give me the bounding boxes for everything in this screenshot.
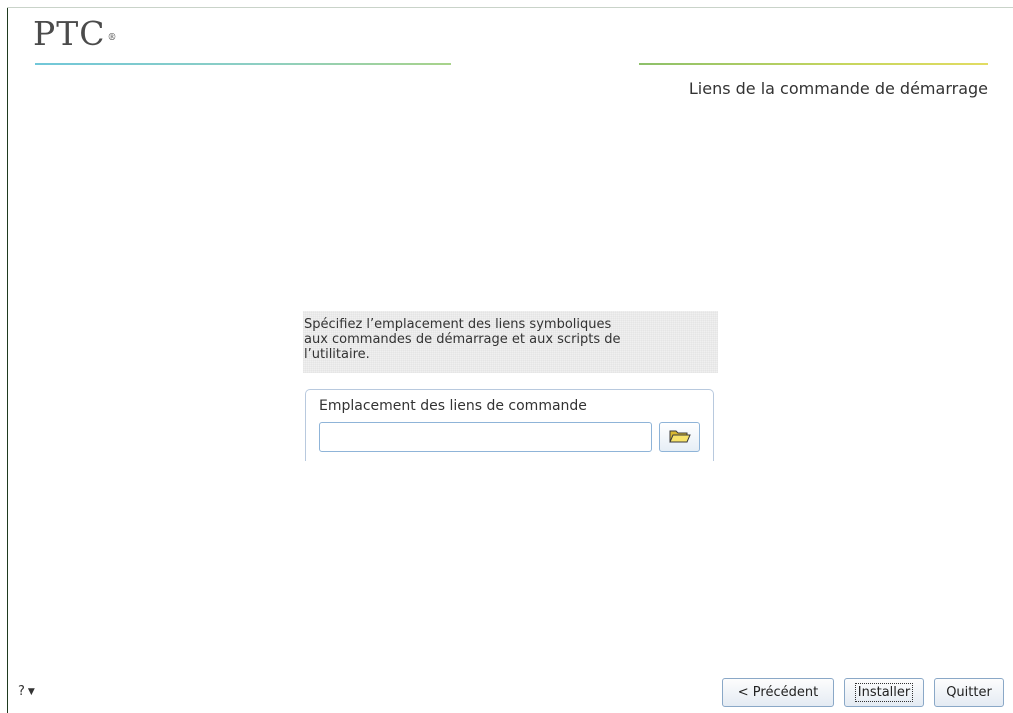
browse-folder-button[interactable]: [659, 422, 700, 452]
install-button-label: Installer: [854, 683, 914, 702]
installer-window: PTC ® Liens de la commande de démarrage S…: [0, 0, 1013, 713]
quit-button-label: Quitter: [946, 685, 992, 700]
previous-button[interactable]: < Précédent: [722, 678, 834, 707]
command-links-label: Emplacement des liens de commande: [319, 398, 587, 414]
description-line: Spécifiez l’emplacement des liens symbol…: [304, 317, 612, 332]
previous-button-label: < Précédent: [737, 685, 819, 700]
logo-registered-mark: ®: [107, 33, 118, 43]
logo-text: PTC: [33, 14, 106, 53]
folder-icon: [668, 428, 691, 447]
command-links-path-input[interactable]: [319, 422, 652, 452]
ptc-logo: PTC ®: [33, 14, 117, 54]
help-label: ?: [18, 684, 25, 699]
page-title: Liens de la commande de démarrage: [688, 79, 988, 98]
header-divider-right: [639, 63, 988, 65]
help-menu[interactable]: ? ▼: [18, 684, 35, 699]
description-line: l’utilitaire.: [304, 347, 370, 362]
window-frame-top: [7, 7, 1013, 8]
command-links-group: Emplacement des liens de commande: [305, 389, 714, 461]
quit-button[interactable]: Quitter: [934, 678, 1004, 707]
description-text: Spécifiez l’emplacement des liens symbol…: [303, 311, 718, 373]
window-frame-left: [7, 8, 8, 713]
description-line: aux commandes de démarrage et aux script…: [304, 332, 621, 347]
install-button[interactable]: Installer: [844, 678, 924, 707]
caret-down-icon: ▼: [27, 687, 35, 697]
header-divider-left: [35, 63, 451, 65]
